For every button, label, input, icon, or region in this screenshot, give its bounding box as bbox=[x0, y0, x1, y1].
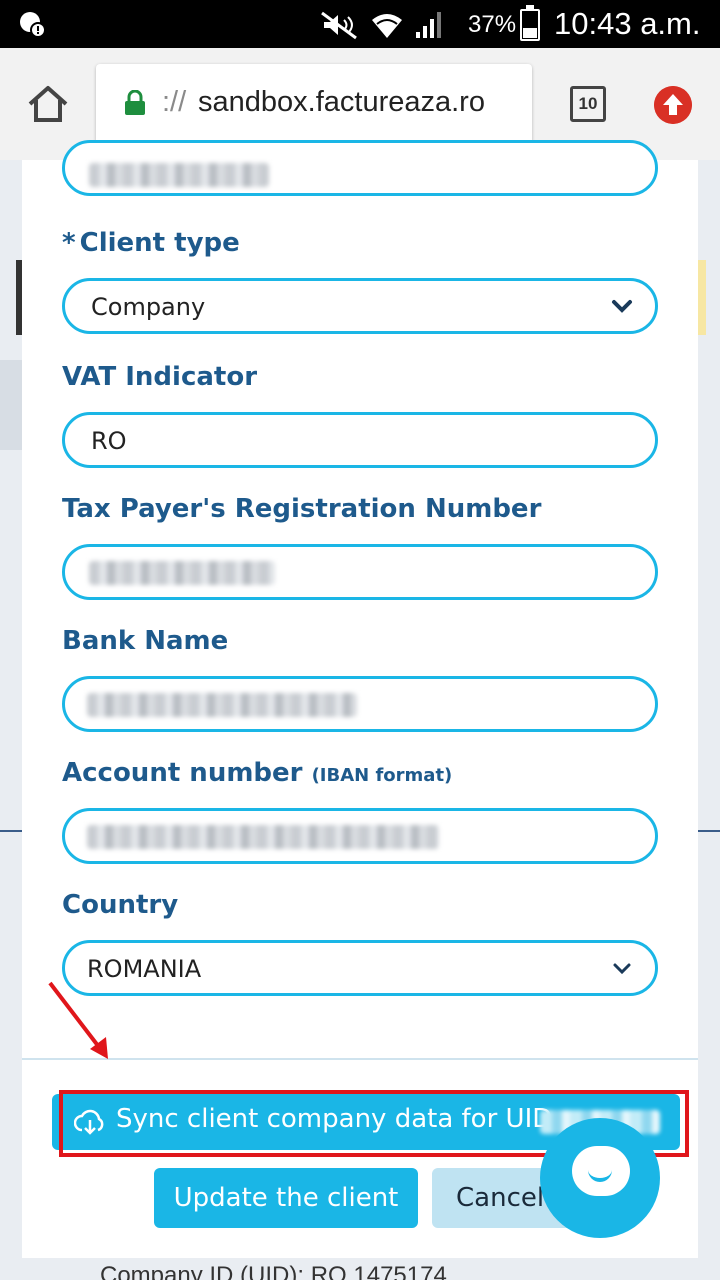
app-notification-icon bbox=[20, 12, 46, 38]
update-client-button[interactable]: Update the client bbox=[154, 1168, 418, 1228]
client-name-field[interactable] bbox=[62, 140, 658, 196]
home-icon[interactable] bbox=[24, 80, 72, 128]
client-type-select[interactable]: Company bbox=[62, 278, 658, 334]
modal-footer-divider bbox=[22, 1058, 698, 1060]
redacted-value bbox=[89, 561, 275, 585]
bank-name-input[interactable] bbox=[62, 676, 658, 732]
background-uid-text: Company ID (UID): RO 1475174 bbox=[100, 1262, 447, 1280]
url-scheme: :// bbox=[162, 86, 187, 118]
battery-percent: 37% bbox=[468, 11, 517, 38]
country-label: Country bbox=[62, 890, 179, 920]
tax-id-input[interactable] bbox=[62, 544, 658, 600]
address-bar[interactable]: :// sandbox.factureaza.ro bbox=[96, 64, 532, 144]
tax-id-label: Tax Payer's Registration Number bbox=[62, 494, 542, 524]
arrow-annotation bbox=[48, 981, 108, 1059]
account-number-input[interactable] bbox=[62, 808, 658, 864]
redacted-value bbox=[89, 163, 269, 187]
redacted-value bbox=[87, 693, 357, 717]
clock: 10:43 a.m. bbox=[554, 6, 701, 41]
url-host: sandbox.factureaza.ro bbox=[198, 86, 485, 118]
iban-format-hint: (IBAN format) bbox=[311, 765, 453, 786]
tab-switcher-button[interactable]: 10 bbox=[570, 86, 606, 122]
bank-name-label: Bank Name bbox=[62, 626, 229, 656]
background-divider bbox=[0, 830, 22, 832]
chevron-down-icon bbox=[613, 963, 631, 975]
background-panel bbox=[0, 360, 22, 450]
status-bar: 37% 10:43 a.m. bbox=[0, 0, 720, 48]
client-type-label: * Client type bbox=[62, 228, 240, 258]
wifi-icon bbox=[372, 14, 402, 38]
client-type-value: Company bbox=[91, 293, 206, 321]
lock-icon bbox=[125, 90, 145, 115]
battery-icon bbox=[520, 5, 540, 41]
account-number-label-text: Account number bbox=[62, 758, 303, 788]
required-mark: * bbox=[62, 228, 76, 258]
vat-indicator-value: RO bbox=[91, 427, 127, 455]
update-icon[interactable] bbox=[654, 86, 692, 124]
signal-icon bbox=[416, 12, 441, 38]
vat-indicator-label: VAT Indicator bbox=[62, 362, 258, 392]
background-divider bbox=[698, 830, 720, 832]
account-number-label: Account number (IBAN format) bbox=[62, 758, 452, 788]
chat-widget-button[interactable] bbox=[540, 1118, 660, 1238]
chat-icon bbox=[572, 1146, 630, 1196]
client-type-label-text: Client type bbox=[79, 228, 240, 258]
status-icons bbox=[320, 10, 444, 40]
chevron-down-icon bbox=[612, 300, 632, 313]
mute-icon bbox=[321, 11, 357, 40]
battery-level bbox=[523, 27, 537, 38]
redacted-value bbox=[87, 825, 439, 849]
vat-indicator-input[interactable]: RO bbox=[62, 412, 658, 468]
country-select[interactable]: ROMANIA bbox=[62, 940, 658, 996]
